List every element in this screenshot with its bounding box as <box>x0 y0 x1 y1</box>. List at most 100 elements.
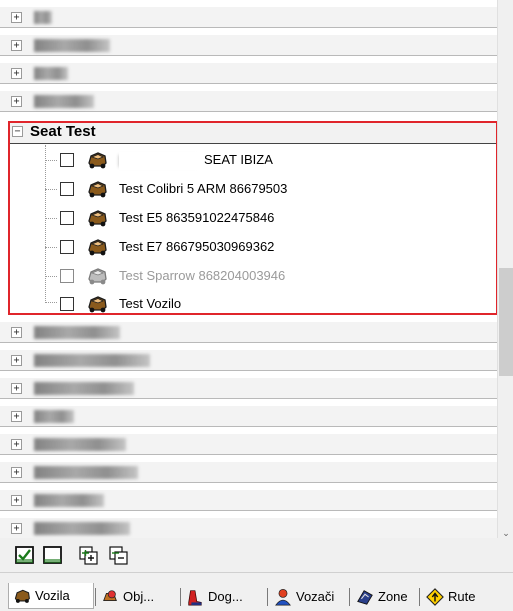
uncheck-all-icon <box>43 546 62 564</box>
tree-connector <box>45 218 57 219</box>
redacted-group-name <box>34 382 134 395</box>
expand-icon[interactable]: + <box>11 327 22 338</box>
vehicle-label: Test Colibri 5 ARM 86679503 <box>119 181 325 199</box>
tree-group[interactable]: + <box>0 406 497 427</box>
tab-separator <box>180 588 181 606</box>
vehicle-row-disabled[interactable]: Test Sparrow 868204003946 <box>44 265 497 287</box>
tab-separator <box>419 588 420 606</box>
vertical-scrollbar[interactable]: ⌄ <box>497 0 513 538</box>
vehicle-row[interactable]: Test Colibri 5 ARM 86679503 <box>44 178 497 200</box>
tab-rute[interactable]: Rute <box>422 586 502 608</box>
collapse-all-icon <box>109 546 128 565</box>
redacted-group-name <box>34 410 74 423</box>
tree-group[interactable]: + <box>0 434 497 455</box>
car-icon <box>88 239 107 256</box>
collapse-icon[interactable]: − <box>12 126 23 137</box>
tree-group[interactable]: + <box>0 490 497 511</box>
vehicle-label: Test E5 863591022475846 <box>119 210 325 228</box>
expand-all-icon <box>79 546 98 565</box>
tab-label: Zone <box>378 589 408 604</box>
tree-group[interactable]: + <box>0 378 497 399</box>
group-title: Seat Test <box>30 123 96 140</box>
scrollbar-thumb[interactable] <box>499 268 513 376</box>
tree-group[interactable]: + <box>0 518 497 538</box>
vehicle-checkbox[interactable] <box>60 153 74 167</box>
scroll-down-icon[interactable]: ⌄ <box>500 528 512 538</box>
tree-group[interactable]: + <box>0 7 497 28</box>
vehicle-row[interactable]: Test E7 866795030969362 <box>44 236 497 258</box>
vehicle-tree[interactable]: + + + + − Seat Test SEAT IBIZA Test Coli… <box>0 0 497 538</box>
vehicle-row[interactable]: Test Vozilo <box>44 293 497 315</box>
redacted-group-name <box>34 95 94 108</box>
tree-connector <box>45 189 57 190</box>
tree-group[interactable]: + <box>0 63 497 84</box>
tree-group-seat-test[interactable]: − Seat Test <box>8 121 497 144</box>
objects-icon <box>103 590 117 602</box>
expand-icon[interactable]: + <box>11 40 22 51</box>
uncheck-all-button[interactable] <box>41 544 65 566</box>
vehicle-label-wrap: SEAT IBIZA <box>119 152 325 170</box>
redacted-group-name <box>34 522 130 535</box>
vehicle-row[interactable]: SEAT IBIZA <box>44 149 497 171</box>
expand-icon[interactable]: + <box>11 68 22 79</box>
vehicle-checkbox[interactable] <box>60 182 74 196</box>
expand-icon[interactable]: + <box>11 523 22 534</box>
tab-events[interactable]: Dog... <box>182 586 266 608</box>
expand-icon[interactable]: + <box>11 411 22 422</box>
tab-separator <box>267 588 268 606</box>
expand-icon[interactable]: + <box>11 383 22 394</box>
collapse-all-button[interactable] <box>106 544 130 566</box>
route-icon <box>426 588 444 606</box>
events-icon <box>188 590 202 606</box>
expand-icon[interactable]: + <box>11 96 22 107</box>
redacted-group-name <box>34 438 126 451</box>
check-all-button[interactable] <box>13 544 37 566</box>
redacted-group-name <box>34 326 120 339</box>
tree-toolbar <box>0 538 513 572</box>
tab-label: Rute <box>448 589 476 604</box>
tree-connector <box>45 302 57 303</box>
redacted-group-name <box>34 39 110 52</box>
tab-vozaci[interactable]: Vozači <box>270 586 348 608</box>
tab-separator <box>349 588 350 606</box>
expand-icon[interactable]: + <box>11 355 22 366</box>
expand-icon[interactable]: + <box>11 439 22 450</box>
redacted-group-name <box>34 494 104 507</box>
tab-separator <box>95 588 96 606</box>
redacted-group-name <box>34 466 138 479</box>
tab-label: Obj... <box>123 589 155 604</box>
expand-icon[interactable]: + <box>11 467 22 478</box>
tree-group[interactable]: + <box>0 350 497 371</box>
car-icon <box>88 152 107 169</box>
tree-group[interactable]: + <box>0 91 497 112</box>
tab-zone[interactable]: Zone <box>352 586 418 608</box>
vehicle-checkbox[interactable] <box>60 269 74 283</box>
car-icon <box>88 296 107 313</box>
check-all-icon <box>15 546 34 564</box>
vehicle-label: SEAT IBIZA <box>204 152 273 167</box>
vehicle-row[interactable]: Test E5 863591022475846 <box>44 207 497 229</box>
tab-label: Vozila <box>35 588 70 603</box>
tree-group[interactable]: + <box>0 462 497 483</box>
tree-group[interactable]: + <box>0 35 497 56</box>
expand-icon[interactable]: + <box>11 12 22 23</box>
car-disabled-icon <box>88 268 107 285</box>
driver-icon <box>275 588 291 606</box>
tree-connector <box>45 247 57 248</box>
tree-group[interactable]: + <box>0 322 497 343</box>
expand-icon[interactable]: + <box>11 495 22 506</box>
car-icon <box>14 589 30 603</box>
tab-objects[interactable]: Obj... <box>97 586 179 608</box>
zone-icon <box>357 590 373 605</box>
vehicle-checkbox[interactable] <box>60 211 74 225</box>
car-icon <box>88 210 107 227</box>
redacted-group-name <box>34 11 52 24</box>
tab-label: Dog... <box>208 589 243 604</box>
vehicle-label: Test E7 866795030969362 <box>119 239 325 257</box>
vehicle-label: Test Vozilo <box>119 296 325 314</box>
vehicle-checkbox[interactable] <box>60 297 74 311</box>
expand-all-button[interactable] <box>76 544 100 566</box>
tab-vozila[interactable]: Vozila <box>8 583 94 609</box>
redacted-group-name <box>34 67 68 80</box>
vehicle-checkbox[interactable] <box>60 240 74 254</box>
